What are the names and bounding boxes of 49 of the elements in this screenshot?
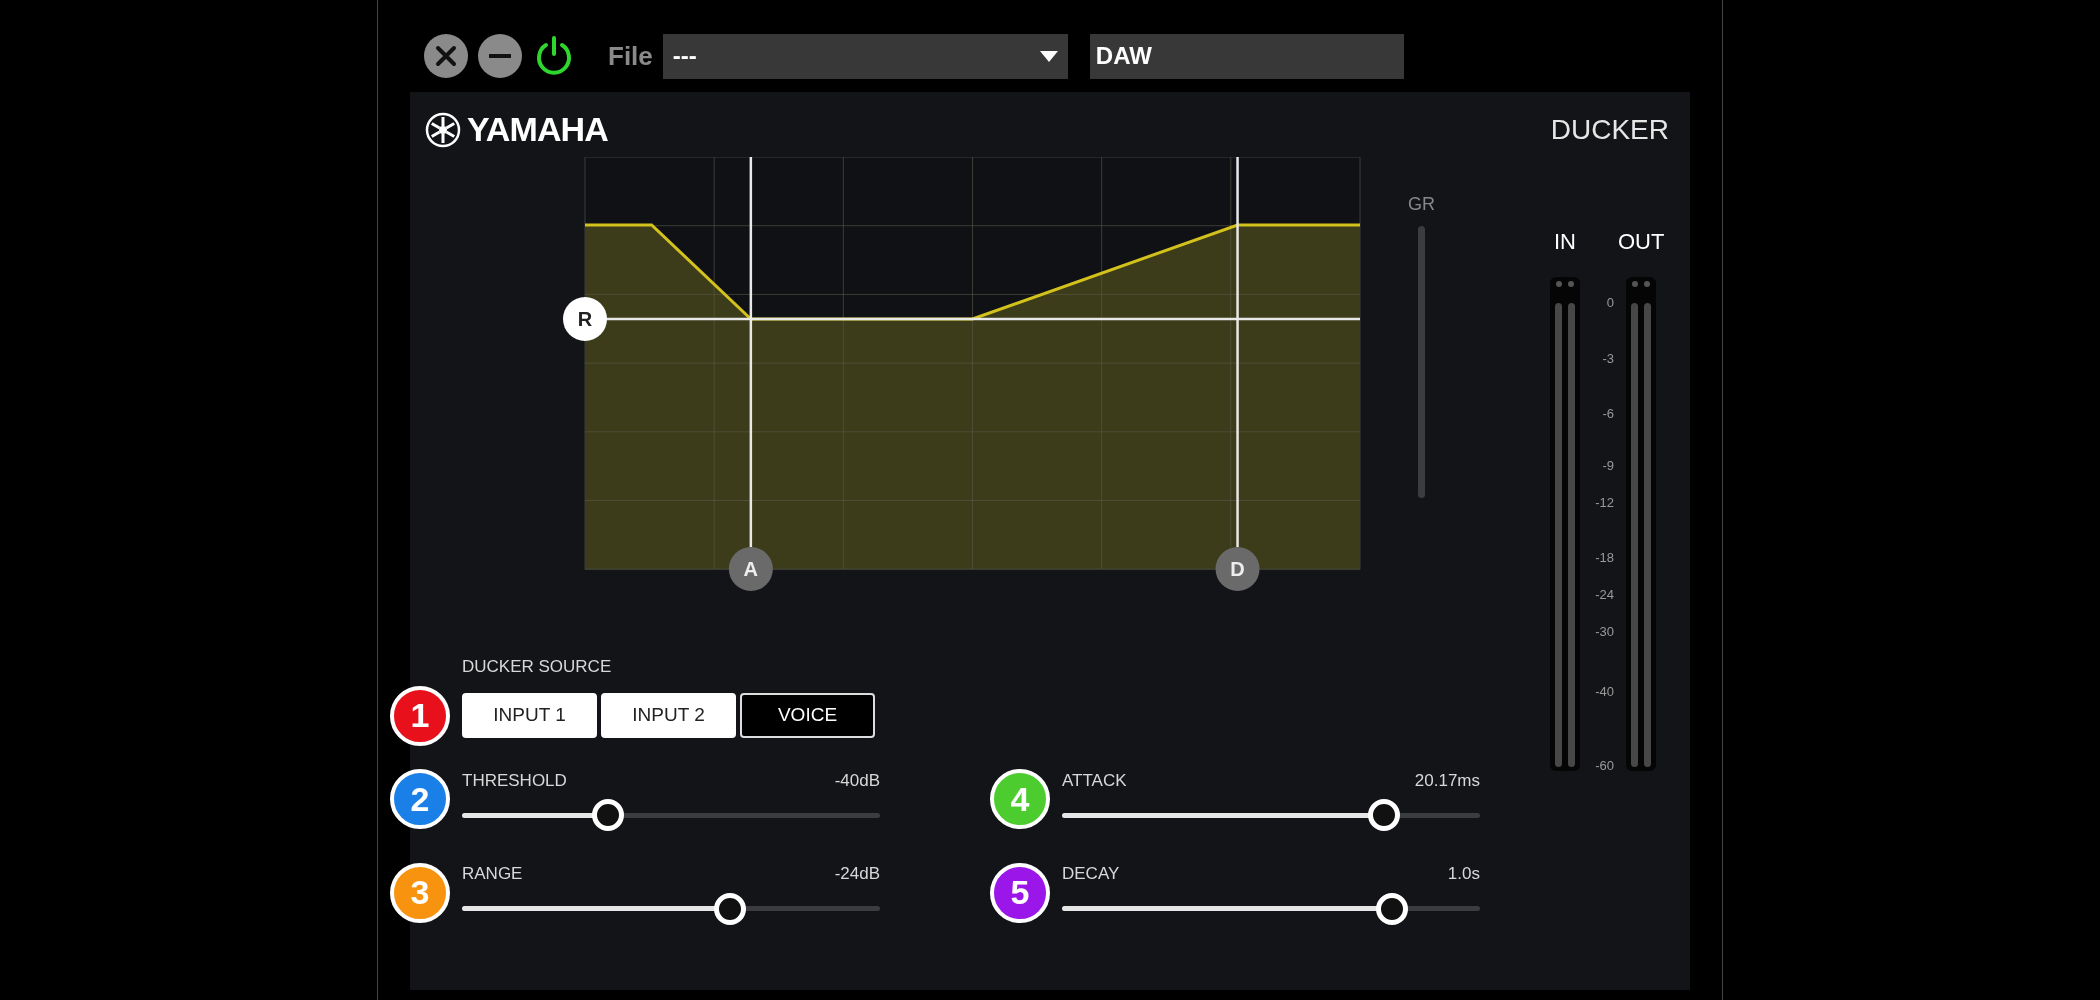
meter-scale-label: -18 — [1595, 549, 1614, 568]
number-badge: 4 — [990, 769, 1050, 830]
slider-value: 20.17ms — [1414, 769, 1480, 792]
minimize-icon[interactable] — [478, 34, 522, 78]
slider-thumb[interactable] — [1376, 892, 1409, 925]
gr-label: GR — [1408, 193, 1435, 216]
dropdown-caret-icon — [1039, 50, 1058, 62]
file-label: File — [608, 39, 653, 73]
meter-scale-label: -40 — [1595, 683, 1614, 702]
source-button[interactable]: INPUT 2 — [601, 693, 736, 738]
plugin-title: DUCKER — [1550, 112, 1669, 147]
meter-scale-label: -3 — [1602, 350, 1614, 369]
meter-label: IN — [1554, 228, 1576, 255]
meter-label: OUT — [1618, 228, 1665, 255]
slider-track[interactable] — [462, 799, 880, 831]
slider-track[interactable] — [1062, 892, 1480, 925]
number-badge: 5 — [990, 862, 1050, 923]
meter-scale-label: -30 — [1595, 623, 1614, 642]
number-badge: 3 — [390, 862, 450, 923]
attack-handle[interactable]: A — [728, 547, 773, 591]
slider-thumb[interactable] — [592, 799, 625, 831]
slider-label: DECAY — [1062, 863, 1120, 885]
slider-value: -24dB — [834, 863, 880, 885]
slider-label: THRESHOLD — [462, 769, 567, 792]
source-button[interactable]: VOICE — [740, 693, 875, 738]
brand-logo: YAMAHA — [467, 109, 608, 150]
meter-scale-label: -60 — [1595, 757, 1614, 776]
slider-thumb[interactable] — [1367, 799, 1400, 831]
file-dropdown[interactable]: --- — [662, 33, 1068, 79]
slider-track[interactable] — [462, 892, 880, 925]
number-badge: 2 — [390, 769, 450, 830]
range-handle[interactable]: R — [563, 297, 607, 341]
number-badge: 1 — [390, 685, 450, 746]
source-button[interactable]: INPUT 1 — [462, 693, 597, 738]
slider-thumb[interactable] — [713, 892, 746, 925]
name-field[interactable]: DAW — [1089, 33, 1404, 79]
meter-scale-label: -12 — [1595, 494, 1614, 512]
close-icon[interactable] — [424, 34, 468, 78]
slider-track[interactable] — [1062, 799, 1480, 831]
meter-scale-label: 0 — [1606, 294, 1614, 313]
slider-label: ATTACK — [1062, 769, 1127, 792]
decay-handle[interactable]: D — [1215, 547, 1260, 591]
slider-value: 1.0s — [1447, 863, 1480, 885]
slider-label: RANGE — [462, 863, 523, 885]
meter-scale-label: -24 — [1595, 586, 1614, 605]
slider-value: -40dB — [834, 769, 880, 792]
meter-scale-label: -9 — [1602, 457, 1614, 476]
ducker-source-label: DUCKER SOURCE — [462, 656, 613, 678]
meter-scale-label: -6 — [1602, 405, 1614, 424]
